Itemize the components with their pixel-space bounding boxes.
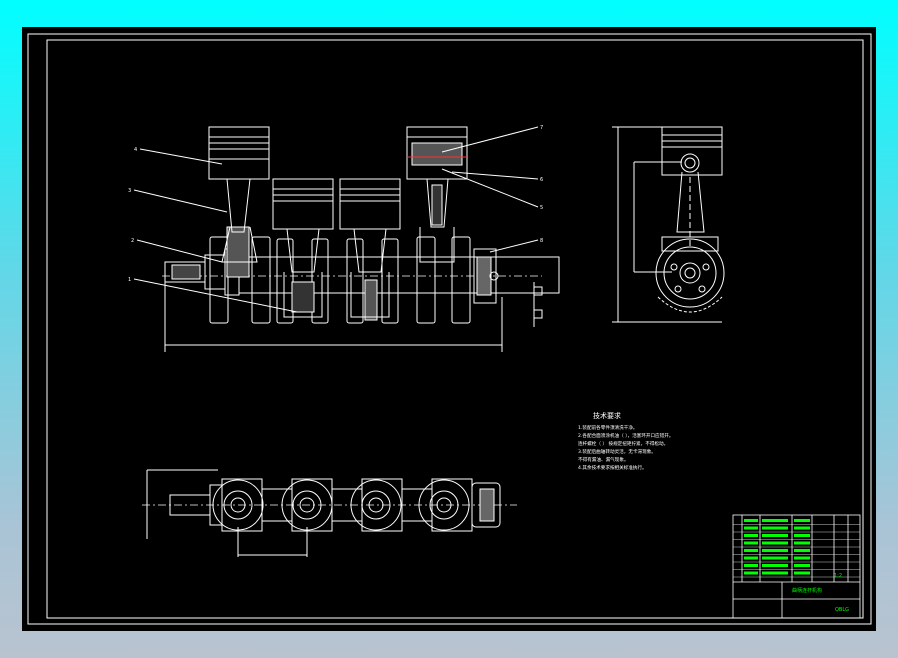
title-block-rows [733, 519, 860, 578]
parts-list-cell [744, 526, 758, 530]
tech-req-lines: 1.装配前各零件须清洗干净。2.各配合面须涂机油（ ），活塞环开口应错开。 连杆… [578, 424, 673, 471]
front-view-assembly [133, 126, 560, 352]
bottom-view-crankshaft [142, 469, 517, 557]
callout-1: 1 [128, 277, 131, 283]
parts-list-cell [794, 534, 810, 537]
callout-6: 6 [540, 177, 543, 183]
callout-5: 5 [540, 205, 543, 211]
parts-list-cell [744, 534, 758, 537]
parts-list-cell [794, 556, 810, 560]
title-block-scale: 1:2 [834, 573, 842, 579]
parts-list-cell [762, 571, 788, 575]
cad-drawing-canvas: 4 3 2 1 7 6 5 8 技术要求 1.装配前各零件须清洗干净。2.各配合面须涂机油（ … [27, 33, 872, 625]
tech-req-line: 连杆螺栓（ ） 按规定扭矩拧紧，不得松动。 [578, 440, 668, 447]
parts-list-cell [762, 556, 788, 560]
parts-list-cell [762, 541, 788, 545]
side-view-assembly [612, 126, 725, 323]
parts-list-cell [794, 571, 810, 575]
drawing-sheet: 4 3 2 1 7 6 5 8 技术要求 1.装配前各零件须清洗干净。 2.各配合面须涂机油（… [22, 27, 876, 631]
parts-list-cell [794, 541, 810, 545]
callout-2: 2 [131, 238, 134, 244]
parts-list-cell [762, 519, 788, 522]
callout-7: 7 [540, 125, 543, 131]
tech-req-line: 不得有漏油、漏气现象。 [578, 456, 629, 463]
parts-list-cell [744, 571, 758, 575]
parts-list-cell [794, 526, 810, 530]
tech-req-line: 4.其余技术要求按相关标准执行。 [578, 464, 647, 471]
title-block-drawing-title: 曲柄连杆机构 [792, 587, 822, 594]
callout-8: 8 [540, 238, 543, 244]
parts-list-cell [744, 564, 758, 567]
parts-list-cell [744, 556, 758, 560]
parts-list-cell [794, 519, 810, 522]
parts-list-cell [762, 549, 788, 552]
title-block-code: QBLG [835, 607, 849, 613]
parts-list-cell [794, 549, 810, 552]
parts-list-cell [762, 564, 788, 567]
tech-req-title: 技术要求 [593, 411, 621, 420]
tech-req-line: 2.各配合面须涂机油（ ），活塞环开口应错开。 [578, 432, 673, 439]
parts-list-cell [794, 564, 810, 567]
tech-req-line: 3.装配后曲轴转动灵活，无卡滞现象。 [578, 448, 656, 455]
parts-list-cell [744, 549, 758, 552]
callout-3: 3 [128, 188, 131, 194]
parts-list-cell [762, 534, 788, 537]
parts-list-cell [744, 541, 758, 545]
callout-4: 4 [134, 147, 137, 153]
tech-req-line: 1.装配前各零件须清洗干净。 [578, 424, 638, 431]
parts-list-cell [744, 519, 758, 522]
parts-list-cell [762, 526, 788, 530]
technical-requirements: 技术要求 1.装配前各零件须清洗干净。2.各配合面须涂机油（ ），活塞环开口应错… [578, 411, 673, 471]
